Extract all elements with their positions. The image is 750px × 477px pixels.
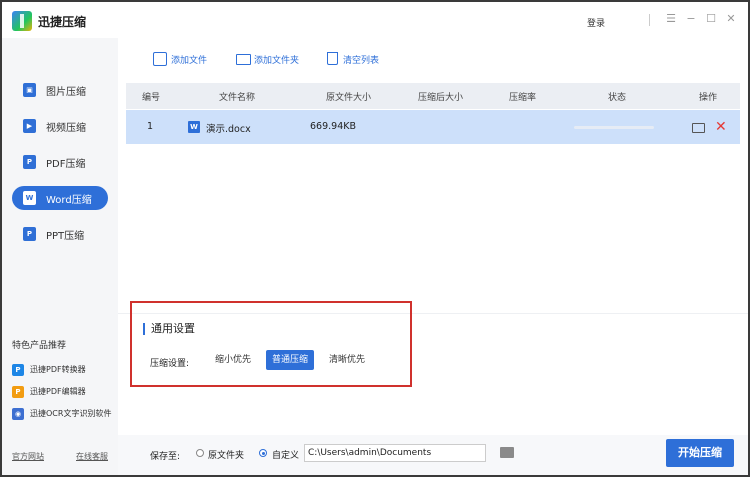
main-panel: 添加文件 添加文件夹 清空列表 编号 文件名称 原文件大小 压缩后大小 压缩率 … [118,38,748,475]
clear-list-label: 清空列表 [343,56,380,66]
ppt-icon: P [23,227,36,241]
title-bar: 迅捷压缩 登录 ☰ − ☐ ✕ [2,2,748,38]
sidebar-item-word[interactable]: W Word压缩 [12,186,108,210]
table-row[interactable]: 1 W 演示.docx 669.94KB ✕ [126,110,740,144]
settings-title: 通用设置 [143,323,195,335]
featured-label: 迅捷OCR文字识别软件 [30,409,112,418]
word-file-icon: W [188,121,200,133]
header-filename: 文件名称 [219,93,256,103]
header-index: 编号 [142,93,161,103]
featured-label: 迅捷PDF编辑器 [30,387,86,396]
sidebar-item-label: 图片压缩 [46,87,86,98]
browse-folder-icon[interactable] [500,447,514,458]
login-link[interactable]: 登录 [587,16,605,29]
official-site-link[interactable]: 官方网站 [12,451,44,462]
featured-products-title: 特色产品推荐 [12,341,67,351]
close-icon[interactable]: ✕ [724,12,738,26]
radio-custom[interactable] [259,449,267,457]
radio-original-folder-label: 原文件夹 [208,451,245,461]
pdf-icon: P [23,155,36,169]
sidebar-item-label: Word压缩 [46,195,92,206]
save-path-input[interactable] [304,444,486,462]
word-icon: W [23,191,36,205]
image-icon: ▣ [23,83,36,97]
header-original-size: 原文件大小 [326,93,372,103]
radio-custom-label: 自定义 [272,451,300,461]
sidebar-item-ppt[interactable]: P PPT压缩 [12,222,108,246]
video-icon: ▶ [23,119,36,133]
option-clarity-priority[interactable]: 清晰优先 [324,350,370,370]
app-logo-icon [12,11,32,31]
minimize-icon[interactable]: − [684,12,698,26]
row-filename: 演示.docx [206,124,251,135]
general-settings-panel: 通用设置 压缩设置: 缩小优先 普通压缩 清晰优先 [130,301,412,387]
menu-icon[interactable]: ☰ [664,12,678,26]
option-size-priority[interactable]: 缩小优先 [210,350,256,370]
titlebar-divider [649,14,650,26]
row-index: 1 [147,121,154,132]
add-file-label: 添加文件 [171,56,208,66]
sidebar-item-pdf[interactable]: P PDF压缩 [12,150,108,174]
maximize-icon[interactable]: ☐ [704,12,718,26]
sidebar-item-label: PDF压缩 [46,159,86,170]
header-compressed-size: 压缩后大小 [418,93,464,103]
ocr-icon: ◉ [12,408,24,420]
sidebar-item-label: PPT压缩 [46,231,85,242]
open-folder-icon[interactable] [692,123,705,133]
pdf-converter-icon: P [12,364,24,376]
radio-original-folder[interactable] [196,449,204,457]
app-window: 迅捷压缩 登录 ☰ − ☐ ✕ ▣ 图片压缩 ▶ 视频压缩 P PDF压缩 W … [0,0,750,477]
option-normal-compression[interactable]: 普通压缩 [266,350,314,370]
pdf-editor-icon: P [12,386,24,398]
sidebar-item-label: 视频压缩 [46,123,86,134]
app-title: 迅捷压缩 [38,15,87,29]
featured-label: 迅捷PDF转换器 [30,365,86,374]
save-to-label: 保存至: [150,452,181,462]
compression-setting-label: 压缩设置: [150,359,190,369]
add-folder-label: 添加文件夹 [254,56,300,66]
header-actions: 操作 [699,93,718,103]
delete-icon[interactable]: ✕ [715,118,727,136]
trash-icon [327,52,338,65]
add-file-icon [153,52,167,66]
row-progress-bar [574,126,654,129]
table-header: 编号 文件名称 原文件大小 压缩后大小 压缩率 状态 操作 [126,83,740,109]
sidebar-item-video[interactable]: ▶ 视频压缩 [12,114,108,138]
sidebar-item-image[interactable]: ▣ 图片压缩 [12,78,108,102]
online-service-link[interactable]: 在线客服 [76,451,108,462]
start-compress-button[interactable]: 开始压缩 [666,439,734,467]
header-ratio: 压缩率 [509,93,537,103]
header-status: 状态 [608,93,627,103]
footer-bar: 保存至: 原文件夹 自定义 开始压缩 [118,435,748,475]
sidebar: ▣ 图片压缩 ▶ 视频压缩 P PDF压缩 W Word压缩 P PPT压缩 特… [2,38,118,475]
add-folder-icon [236,54,251,65]
row-original-size: 669.94KB [310,121,356,132]
